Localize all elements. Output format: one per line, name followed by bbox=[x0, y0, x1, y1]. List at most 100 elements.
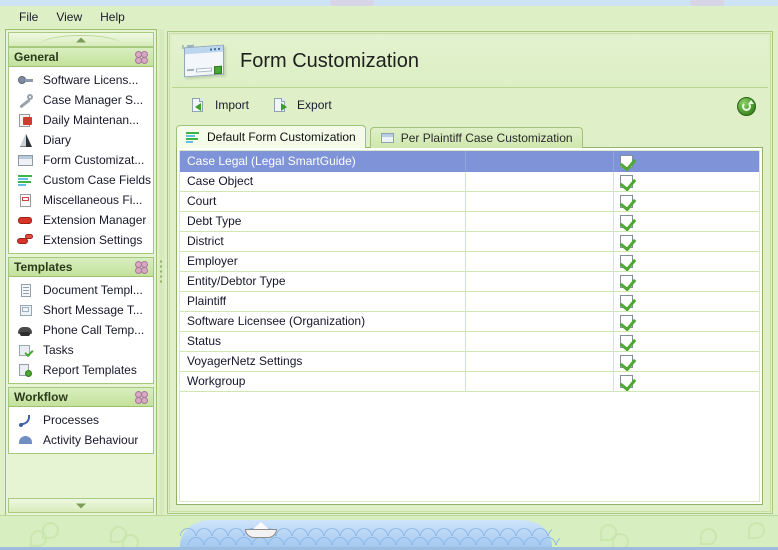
export-label: Export bbox=[297, 98, 332, 112]
main-panel: Form Customization Import Export Default… bbox=[167, 31, 773, 514]
sidebar-item-form-customization[interactable]: Form Customizat... bbox=[9, 150, 153, 170]
sidebar-item-label: Custom Case Fields bbox=[43, 173, 152, 187]
row-middle-cell[interactable] bbox=[464, 191, 613, 212]
row-middle-cell[interactable] bbox=[464, 151, 613, 172]
row-enabled-cell[interactable] bbox=[612, 291, 759, 312]
check-icon[interactable] bbox=[619, 175, 633, 189]
table-row[interactable]: Case Object bbox=[180, 171, 759, 192]
check-icon[interactable] bbox=[619, 154, 633, 168]
row-middle-cell[interactable] bbox=[464, 371, 613, 392]
row-enabled-cell[interactable] bbox=[612, 231, 759, 252]
sidebar-item-report-templates[interactable]: Report Templates bbox=[9, 360, 153, 380]
check-icon[interactable] bbox=[619, 215, 633, 229]
paper-boat-icon bbox=[245, 522, 277, 538]
table-row[interactable]: Court bbox=[180, 191, 759, 212]
check-icon[interactable] bbox=[619, 255, 633, 269]
sidebar-group-header-templates[interactable]: Templates bbox=[8, 257, 154, 277]
decorative-footer bbox=[0, 515, 778, 550]
sidebar-item-miscellaneous-fields[interactable]: Miscellaneous Fi... bbox=[9, 190, 153, 210]
table-row[interactable]: Plaintiff bbox=[180, 291, 759, 312]
sidebar-item-daily-maintenance[interactable]: Daily Maintenan... bbox=[9, 110, 153, 130]
row-middle-cell[interactable] bbox=[464, 211, 613, 232]
flower-icon[interactable] bbox=[135, 390, 148, 404]
sidebar-item-short-message-templates[interactable]: Short Message T... bbox=[9, 300, 153, 320]
row-enabled-cell[interactable] bbox=[612, 251, 759, 272]
tab-per-plaintiff-case-customization[interactable]: Per Plaintiff Case Customization bbox=[369, 127, 583, 148]
table-row[interactable]: Status bbox=[180, 331, 759, 352]
menu-item-file[interactable]: File bbox=[10, 8, 47, 26]
menu-bar: File View Help bbox=[0, 6, 778, 28]
sidebar-group-header-workflow[interactable]: Workflow bbox=[8, 387, 154, 407]
check-icon[interactable] bbox=[619, 335, 633, 349]
menu-item-help[interactable]: Help bbox=[91, 8, 134, 26]
row-enabled-cell[interactable] bbox=[612, 351, 759, 372]
import-label: Import bbox=[215, 98, 250, 112]
sidebar-item-diary[interactable]: Diary bbox=[9, 130, 153, 150]
sidebar-scroll-down[interactable] bbox=[8, 498, 154, 513]
sidebar-item-document-templates[interactable]: Document Templ... bbox=[9, 280, 153, 300]
sidebar-group-header-general[interactable]: General bbox=[8, 47, 154, 67]
row-enabled-cell[interactable] bbox=[612, 311, 759, 332]
check-icon[interactable] bbox=[619, 375, 633, 389]
sidebar-item-extension-manager[interactable]: Extension Manager bbox=[9, 210, 153, 230]
row-middle-cell[interactable] bbox=[464, 291, 613, 312]
row-middle-cell[interactable] bbox=[464, 271, 613, 292]
tab-default-form-customization[interactable]: Default Form Customization bbox=[176, 125, 366, 148]
sidebar-item-software-licensing[interactable]: Software Licens... bbox=[9, 70, 153, 90]
sidebar-group-title: General bbox=[14, 50, 59, 64]
row-name: Court bbox=[180, 191, 465, 212]
row-enabled-cell[interactable] bbox=[612, 191, 759, 212]
sidebar-splitter[interactable] bbox=[157, 29, 166, 516]
phone-icon bbox=[17, 322, 34, 339]
sidebar-item-phone-call-templates[interactable]: Phone Call Temp... bbox=[9, 320, 153, 340]
table-row[interactable]: Employer bbox=[180, 251, 759, 272]
table-row[interactable]: Case Legal (Legal SmartGuide) bbox=[180, 151, 759, 172]
row-middle-cell[interactable] bbox=[464, 311, 613, 332]
table-row[interactable]: Entity/Debtor Type bbox=[180, 271, 759, 292]
form-window-icon bbox=[182, 44, 226, 79]
check-icon[interactable] bbox=[619, 195, 633, 209]
sidebar-scroll-up[interactable] bbox=[8, 32, 154, 47]
row-enabled-cell[interactable] bbox=[612, 211, 759, 232]
row-middle-cell[interactable] bbox=[464, 171, 613, 192]
flower-icon[interactable] bbox=[135, 50, 148, 64]
check-icon[interactable] bbox=[619, 355, 633, 369]
extension-settings-icon bbox=[17, 232, 34, 249]
import-button[interactable]: Import bbox=[184, 94, 256, 117]
sidebar-item-processes[interactable]: Processes bbox=[9, 410, 153, 430]
table-row[interactable]: Software Licensee (Organization) bbox=[180, 311, 759, 332]
row-middle-cell[interactable] bbox=[464, 251, 613, 272]
table-row[interactable]: Workgroup bbox=[180, 371, 759, 392]
maintenance-icon bbox=[17, 112, 34, 129]
sidebar-item-extension-settings[interactable]: Extension Settings bbox=[9, 230, 153, 250]
row-name: Case Object bbox=[180, 171, 465, 192]
export-button[interactable]: Export bbox=[266, 94, 339, 117]
check-icon[interactable] bbox=[619, 295, 633, 309]
customization-table-scroll[interactable]: Case Legal (Legal SmartGuide) Case Objec… bbox=[179, 150, 760, 502]
table-row[interactable]: Debt Type bbox=[180, 211, 759, 232]
sidebar-item-case-manager-settings[interactable]: Case Manager S... bbox=[9, 90, 153, 110]
sidebar-item-label: Short Message T... bbox=[43, 303, 143, 317]
row-enabled-cell[interactable] bbox=[612, 171, 759, 192]
row-name: VoyagerNetz Settings bbox=[180, 351, 465, 372]
row-middle-cell[interactable] bbox=[464, 331, 613, 352]
sidebar-item-custom-case-fields[interactable]: Custom Case Fields bbox=[9, 170, 153, 190]
row-enabled-cell[interactable] bbox=[612, 151, 759, 172]
table-row[interactable]: District bbox=[180, 231, 759, 252]
check-icon[interactable] bbox=[619, 235, 633, 249]
sidebar-item-tasks[interactable]: Tasks bbox=[9, 340, 153, 360]
row-enabled-cell[interactable] bbox=[612, 331, 759, 352]
sidebar-item-label: Software Licens... bbox=[43, 73, 139, 87]
row-middle-cell[interactable] bbox=[464, 351, 613, 372]
row-name: Plaintiff bbox=[180, 291, 465, 312]
flower-icon[interactable] bbox=[135, 260, 148, 274]
refresh-icon[interactable] bbox=[737, 97, 756, 116]
row-enabled-cell[interactable] bbox=[612, 371, 759, 392]
table-row[interactable]: VoyagerNetz Settings bbox=[180, 351, 759, 372]
check-icon[interactable] bbox=[619, 315, 633, 329]
sidebar-item-activity-behaviour[interactable]: Activity Behaviour bbox=[9, 430, 153, 450]
check-icon[interactable] bbox=[619, 275, 633, 289]
menu-item-view[interactable]: View bbox=[47, 8, 91, 26]
row-middle-cell[interactable] bbox=[464, 231, 613, 252]
row-enabled-cell[interactable] bbox=[612, 271, 759, 292]
